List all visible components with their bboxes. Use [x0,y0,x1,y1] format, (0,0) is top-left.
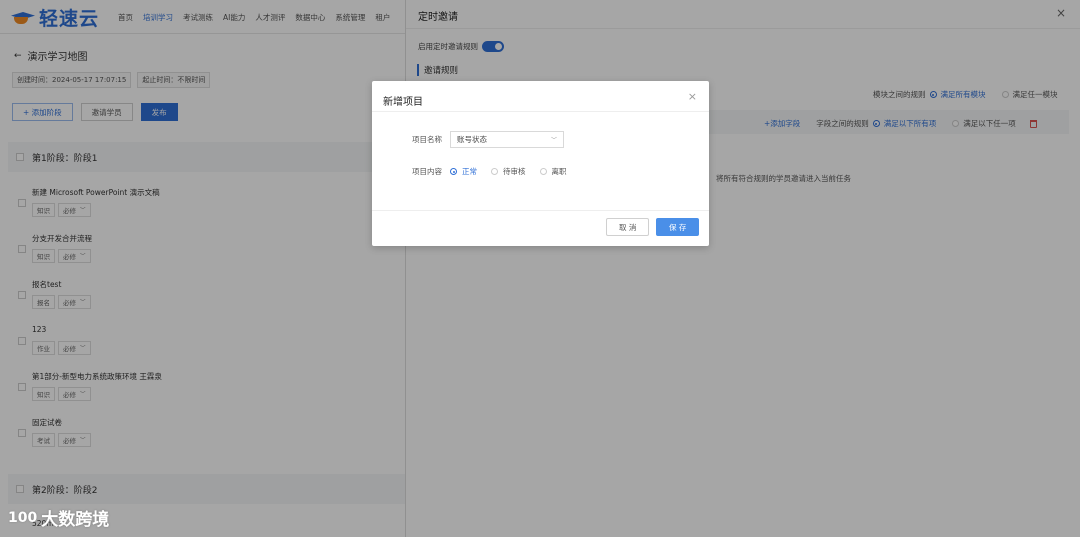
watermark-text: 大数跨境 [41,510,110,530]
project-name-label: 项目名称 [412,135,442,144]
radio-button[interactable] [539,168,547,175]
project-name-select[interactable]: 账号状态 ﹀ [450,131,564,148]
project-content-label: 项目内容 [412,167,442,176]
close-icon[interactable]: × [688,90,697,103]
add-project-dialog: 新增项目 × 项目名称 账号状态 ﹀ 项目内容 正常 待审核 离职 取 消 保 [372,81,709,246]
watermark-logo: 100 [8,509,38,526]
cancel-button[interactable]: 取 消 [606,218,650,236]
divider [372,210,709,211]
project-name-row: 项目名称 账号状态 ﹀ [412,131,564,148]
chevron-down-icon: ﹀ [550,137,557,144]
radio-button[interactable] [450,168,457,175]
project-name-value: 账号状态 [457,135,487,144]
option-label: 离职 [551,167,567,176]
divider [372,111,709,112]
option-label: 正常 [462,167,477,176]
content-option-resigned[interactable]: 离职 [539,166,567,177]
content-option-normal[interactable]: 正常 [450,166,477,177]
option-label: 待审核 [503,167,526,176]
watermark: 100 大数跨境 [8,505,110,531]
dialog-title: 新增项目 [383,97,423,108]
save-button[interactable]: 保 存 [656,218,700,236]
content-radio-group: 正常 待审核 离职 [450,166,581,177]
content-option-pending[interactable]: 待审核 [491,166,526,177]
project-content-row: 项目内容 正常 待审核 离职 [412,166,581,177]
radio-button[interactable] [491,168,498,175]
